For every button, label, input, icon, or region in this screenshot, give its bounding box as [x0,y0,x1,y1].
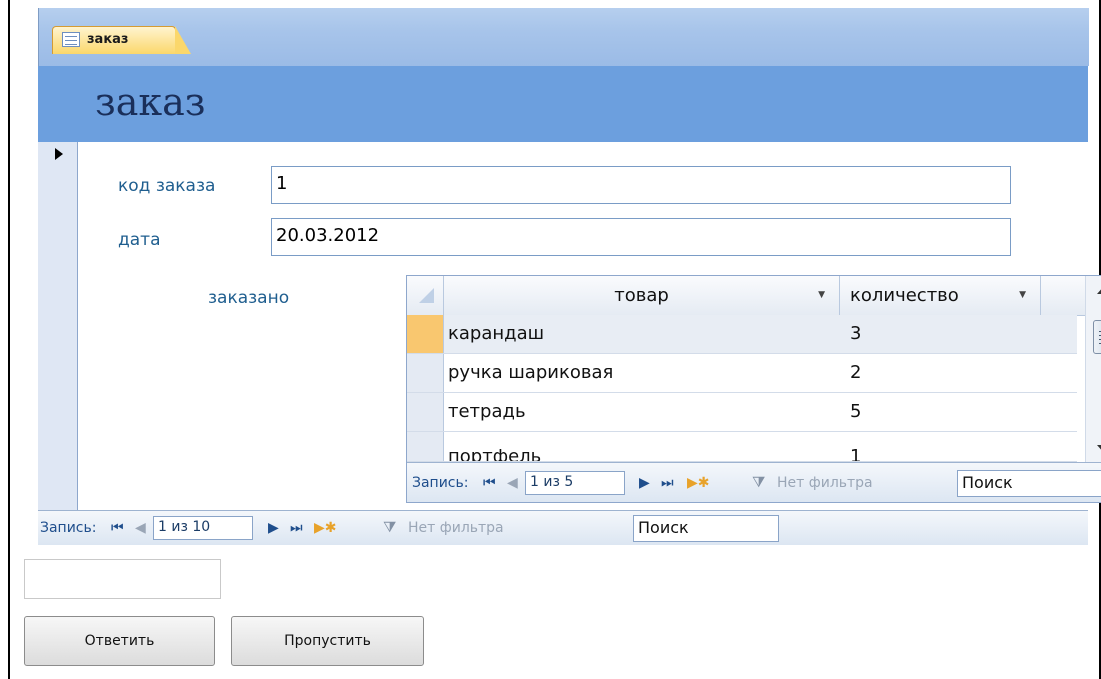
qty-cell[interactable]: 3 [850,315,861,353]
date-field[interactable]: 20.03.2012 [271,218,1011,256]
column-header-qty-label: количество [850,285,959,306]
row-selector[interactable] [407,432,444,461]
column-dropdown-icon[interactable]: ▼ [818,290,825,300]
table-row[interactable]: портфель 1 [407,432,1077,462]
ordered-label: заказано [208,288,290,308]
next-record-icon[interactable]: ▶ [268,511,279,545]
row-selector[interactable] [407,315,444,353]
form-detail: код заказа 1 дата 20.03.2012 заказано то… [78,142,1101,510]
record-position-input[interactable]: 1 из 5 [525,471,625,495]
item-cell[interactable]: карандаш [448,315,544,353]
skip-button[interactable]: Пропустить [231,616,424,666]
first-record-icon[interactable]: ⏮ [111,511,124,545]
item-cell[interactable]: портфель [448,438,541,461]
table-row[interactable]: тетрадь 5 [407,393,1077,432]
filter-icon[interactable]: ⧩ [752,473,765,491]
filter-icon[interactable]: ⧩ [383,518,396,536]
column-dropdown-icon[interactable]: ▼ [1019,290,1026,300]
table-row[interactable]: ручка шариковая 2 [407,354,1077,393]
subform-header: товар ▼ количество ▼ [407,276,1101,316]
scroll-up-icon[interactable] [1097,286,1101,294]
scroll-thumb[interactable] [1093,320,1101,354]
main-record-navigator: Запись: ⏮ ◀ 1 из 10 ▶ ⏭ ▶✱ ⧩ Нет фильтра… [38,510,1088,545]
qty-cell[interactable]: 1 [850,438,861,461]
subform-record-navigator: Запись: ⏮ ◀ 1 из 5 ▶ ⏭ ▶✱ ⧩ Нет фильтра … [407,462,1101,502]
answer-button[interactable]: Ответить [24,616,215,666]
first-record-icon[interactable]: ⏮ [483,463,496,502]
column-header-item-label: товар [614,285,669,306]
last-record-icon[interactable]: ⏭ [661,463,674,502]
tab-label: заказ [87,32,129,47]
order-code-label: код заказа [118,176,216,196]
row-selector[interactable] [407,354,444,392]
answer-input[interactable] [24,559,221,599]
frame-border-left [8,0,10,679]
filter-status[interactable]: Нет фильтра [777,463,873,502]
select-all-corner[interactable] [407,276,444,315]
new-record-icon[interactable]: ▶✱ [314,511,337,545]
qty-cell[interactable]: 2 [850,354,861,392]
main-search-input[interactable]: Поиск [633,515,779,542]
record-label: Запись: [412,475,469,491]
current-record-arrow-icon [55,148,63,160]
item-cell[interactable]: тетрадь [448,393,526,431]
item-cell[interactable]: ручка шариковая [448,354,613,392]
table-row[interactable]: карандаш 3 [407,315,1077,354]
filter-status[interactable]: Нет фильтра [408,511,504,545]
subform-search-input[interactable]: Поиск [957,470,1101,497]
previous-record-icon[interactable]: ◀ [507,463,518,502]
next-record-icon[interactable]: ▶ [639,463,650,502]
column-header-item[interactable]: товар ▼ [444,276,840,315]
tab-zakaz[interactable]: заказ [52,26,191,54]
last-record-icon[interactable]: ⏭ [290,511,303,545]
previous-record-icon[interactable]: ◀ [135,511,146,545]
document-tab-bar: заказ [38,8,1089,66]
record-position-input[interactable]: 1 из 10 [153,516,253,540]
form-icon [62,32,80,47]
date-label: дата [118,230,161,250]
new-record-icon[interactable]: ▶✱ [687,463,710,502]
order-items-subform[interactable]: товар ▼ количество ▼ карандаш 3 ручка ша… [406,275,1101,503]
vertical-scrollbar[interactable] [1085,276,1101,462]
form-title: заказ [95,80,206,124]
record-selector[interactable] [38,142,78,510]
column-header-qty[interactable]: количество ▼ [840,276,1041,315]
scroll-down-icon[interactable] [1097,445,1101,453]
row-selector[interactable] [407,393,444,431]
record-label: Запись: [40,520,97,536]
qty-cell[interactable]: 5 [850,393,861,431]
form-header: заказ [38,66,1088,142]
access-form-window: заказ заказ код заказа 1 дата 20.03.2012… [38,8,1101,545]
order-code-field[interactable]: 1 [271,166,1011,204]
